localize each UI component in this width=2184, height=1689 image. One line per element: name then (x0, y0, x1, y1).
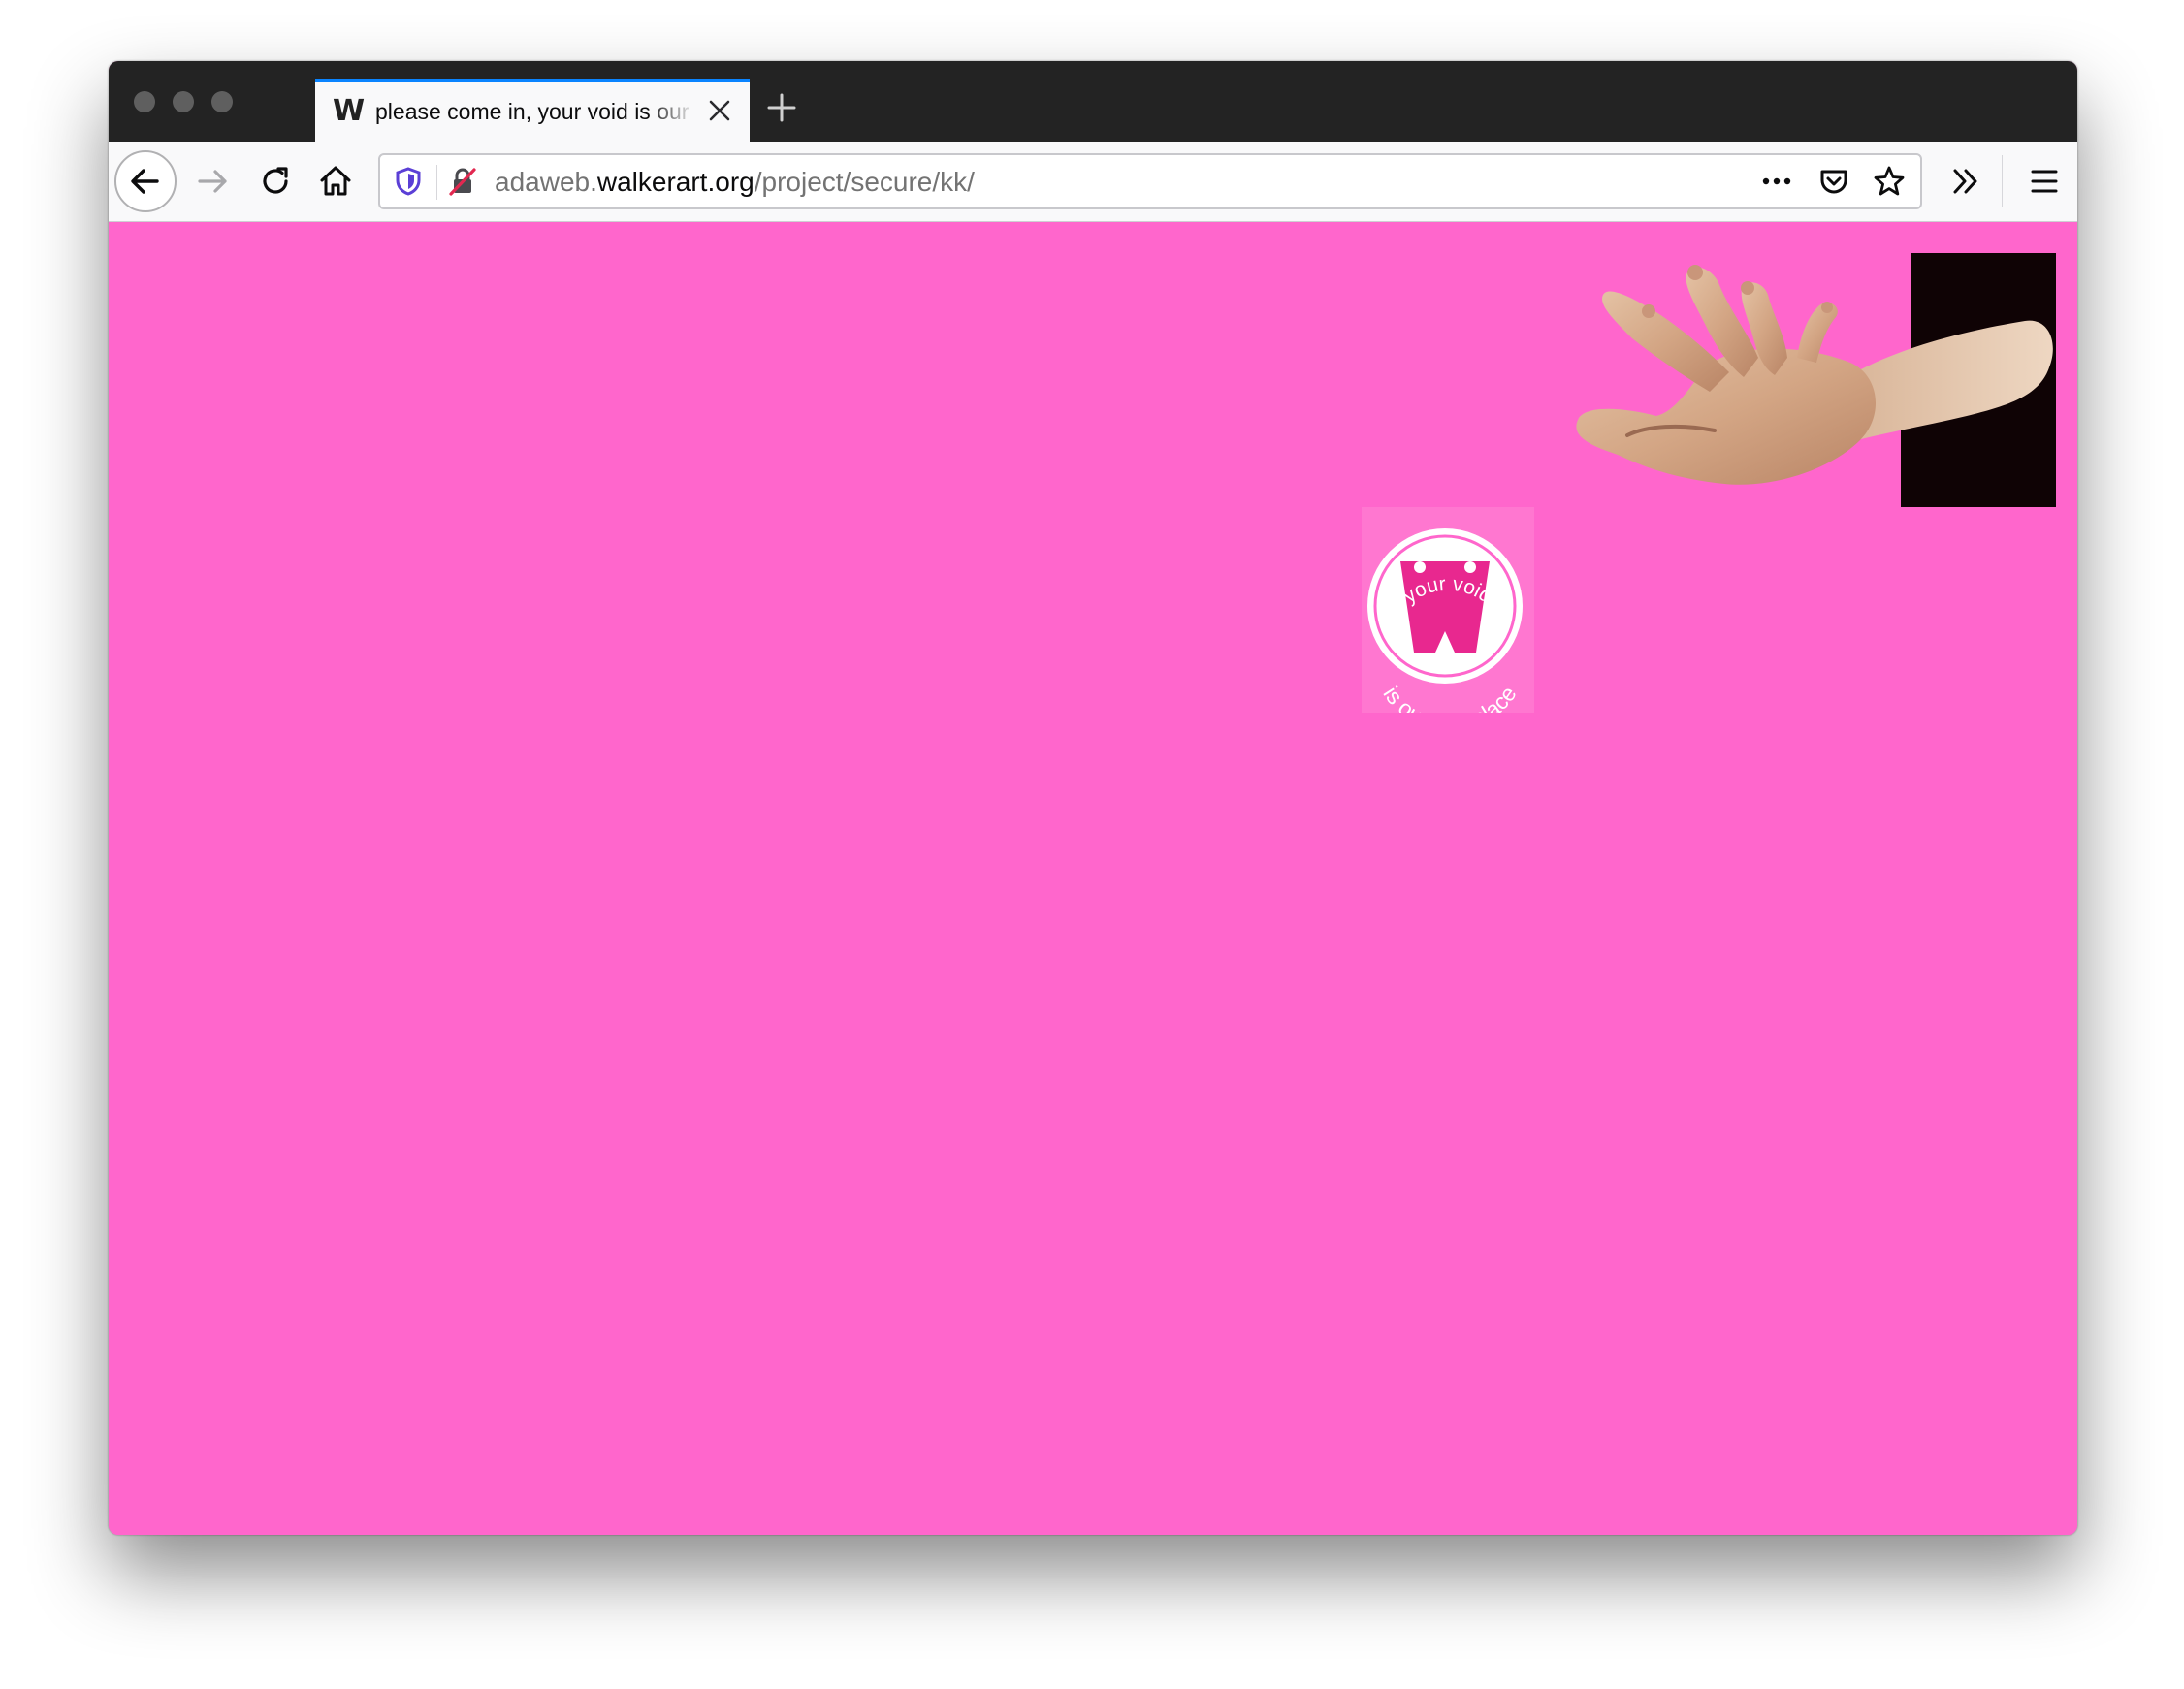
pocket-icon[interactable] (1817, 165, 1850, 198)
arrow-right-icon[interactable] (192, 160, 235, 203)
url-separator (436, 165, 437, 200)
title-bar: W please come in, your void is our workp… (109, 61, 2077, 142)
star-icon[interactable] (1872, 164, 1907, 199)
url-text[interactable]: adaweb.walkerart.org/project/secure/kk/ (495, 166, 975, 199)
insecure-lock-icon[interactable] (446, 165, 479, 198)
page-content: your void is our workplace (109, 222, 2077, 1535)
fingertip (1741, 281, 1754, 295)
minimize-window-button[interactable] (173, 91, 194, 112)
dark-panel-notch (1901, 426, 1922, 507)
badge-w-dot (1414, 561, 1426, 573)
browser-window: W please come in, your void is our workp… (109, 61, 2077, 1535)
hand-palm (1576, 348, 1877, 485)
home-icon[interactable] (314, 160, 357, 203)
close-window-button[interactable] (134, 91, 155, 112)
tracking-shield-icon[interactable] (392, 165, 425, 198)
url-domain: walkerart.org (596, 167, 755, 197)
url-bar[interactable]: adaweb.walkerart.org/project/secure/kk/ (378, 153, 1922, 209)
tab-title: please come in, your void is our workpla… (375, 99, 695, 124)
badge-w-dot (1464, 561, 1476, 573)
close-icon[interactable] (707, 98, 732, 123)
grabbing-hand-image[interactable] (1559, 251, 2064, 511)
void-workplace-badge[interactable]: your void is our workplace (1362, 507, 1534, 713)
arrow-left-icon (131, 169, 159, 194)
navigation-toolbar: adaweb.walkerart.org/project/secure/kk/ (109, 142, 2077, 222)
tab-active[interactable]: W please come in, your void is our workp… (315, 79, 750, 142)
back-button[interactable] (114, 150, 177, 212)
zoom-window-button[interactable] (211, 91, 233, 112)
url-prefix: adaweb. (495, 167, 597, 197)
chevron-double-right-icon[interactable] (1945, 160, 1988, 203)
finger-little (1797, 303, 1838, 363)
new-tab-icon[interactable] (764, 90, 799, 125)
reload-icon[interactable] (254, 160, 297, 203)
fingertip (1821, 302, 1833, 313)
url-path: /project/secure/kk/ (754, 167, 975, 197)
hamburger-menu-icon[interactable] (2023, 160, 2066, 203)
page-actions-icon[interactable] (1759, 167, 1794, 196)
fingertip (1687, 265, 1703, 280)
toolbar-separator (2002, 155, 2003, 207)
fingertip (1642, 304, 1655, 318)
tab-favicon-icon: W (333, 94, 366, 128)
